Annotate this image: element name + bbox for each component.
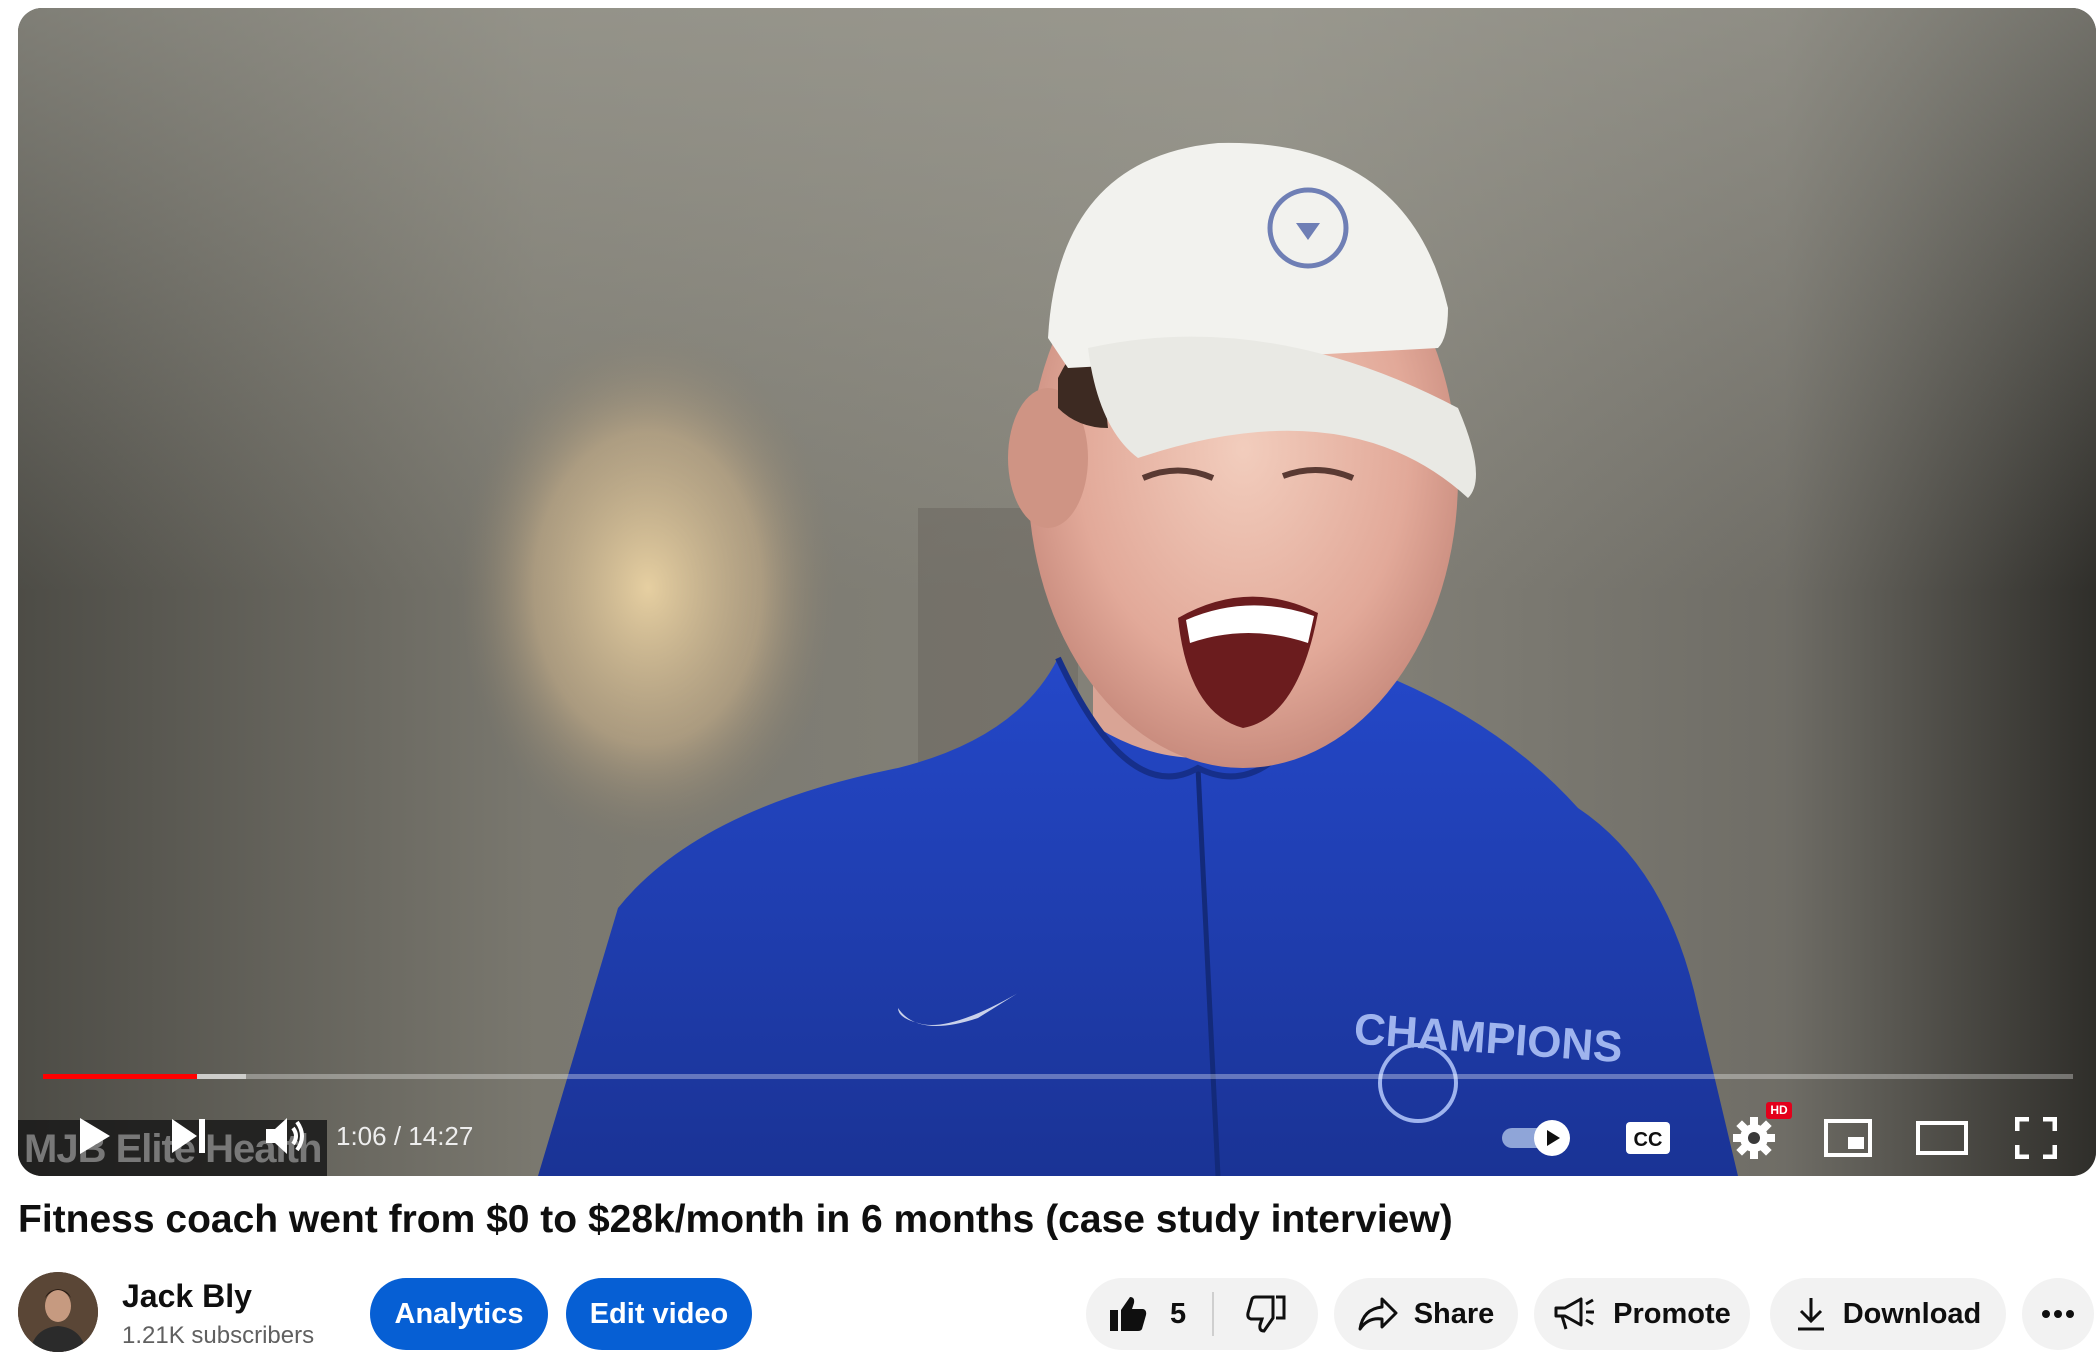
- video-frame-image: CHAMPIONS: [18, 8, 2096, 1176]
- video-title: Fitness coach went from $0 to $28k/month…: [18, 1198, 1453, 1241]
- skip-next-icon: [172, 1119, 205, 1153]
- fullscreen-icon: [2015, 1117, 2057, 1159]
- mute-button[interactable]: [254, 1108, 316, 1164]
- video-player[interactable]: CHAMPIONS MJB Elite Health 1:06 / 14:27 …: [18, 8, 2096, 1176]
- time-display: 1:06 / 14:27: [336, 1114, 473, 1158]
- download-button[interactable]: Download: [1770, 1278, 2006, 1350]
- promote-icon-wrap: [1553, 1296, 1597, 1332]
- miniplayer-button[interactable]: [1818, 1112, 1878, 1164]
- next-video-button[interactable]: [158, 1108, 220, 1164]
- like-dislike-group: 5: [1086, 1278, 1318, 1350]
- analytics-button[interactable]: Analytics: [370, 1278, 548, 1350]
- share-label: Share: [1413, 1297, 1495, 1330]
- hd-badge: HD: [1766, 1102, 1792, 1119]
- dislike-button[interactable]: [1214, 1278, 1318, 1350]
- theater-mode-icon: [1916, 1121, 1968, 1155]
- edit-video-button[interactable]: Edit video: [566, 1278, 752, 1350]
- download-icon: [1797, 1298, 1824, 1331]
- duration: 14:27: [408, 1121, 474, 1151]
- autoplay-toggle-icon: [1502, 1120, 1570, 1156]
- gear-icon: [1733, 1117, 1775, 1159]
- download-icon-wrap: [1795, 1296, 1827, 1332]
- more-actions-button[interactable]: [2022, 1278, 2094, 1350]
- more-horizontal-icon: [2042, 1310, 2074, 1318]
- play-button[interactable]: [63, 1108, 125, 1164]
- thumbs-down-icon: [1246, 1295, 1286, 1333]
- autoplay-toggle[interactable]: [1500, 1112, 1576, 1164]
- like-button[interactable]: 5: [1086, 1278, 1212, 1350]
- fullscreen-button[interactable]: [2008, 1112, 2064, 1164]
- share-icon-wrap: [1358, 1297, 1398, 1331]
- channel-avatar[interactable]: [18, 1272, 98, 1352]
- avatar-image: [18, 1272, 98, 1352]
- time-separator: /: [386, 1121, 409, 1151]
- volume-icon: [266, 1118, 304, 1154]
- promote-button[interactable]: Promote: [1534, 1278, 1750, 1350]
- progress-bar[interactable]: [43, 1074, 2073, 1079]
- progress-played: [43, 1074, 198, 1079]
- share-icon: [1358, 1297, 1398, 1331]
- thumbs-up-icon: [1110, 1297, 1147, 1331]
- play-icon: [80, 1118, 110, 1154]
- like-count: 5: [1170, 1297, 1187, 1330]
- promote-label: Promote: [1613, 1297, 1731, 1330]
- share-button[interactable]: Share: [1334, 1278, 1518, 1350]
- theater-mode-button[interactable]: [1912, 1112, 1972, 1164]
- captions-icon: CC: [1626, 1122, 1670, 1154]
- channel-name[interactable]: Jack Bly: [122, 1278, 252, 1315]
- captions-button[interactable]: CC: [1618, 1112, 1678, 1164]
- svg-text:CC: CC: [1634, 1129, 1663, 1151]
- subscriber-count: 1.21K subscribers: [122, 1322, 315, 1349]
- current-time: 1:06: [336, 1121, 387, 1151]
- video-frame[interactable]: CHAMPIONS: [18, 8, 2096, 1176]
- download-label: Download: [1842, 1297, 1982, 1330]
- megaphone-icon: [1554, 1297, 1595, 1330]
- miniplayer-icon: [1824, 1119, 1872, 1157]
